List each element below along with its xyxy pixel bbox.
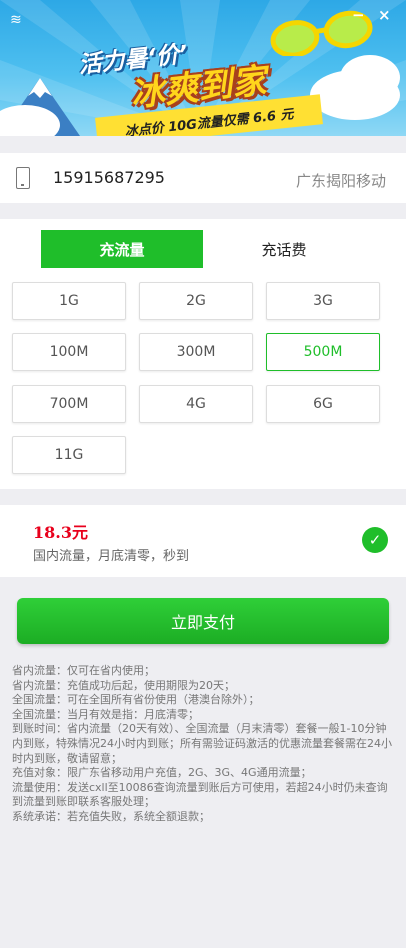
phone-number-input[interactable]: 15915687295 — [53, 168, 165, 187]
close-icon[interactable]: × — [378, 6, 391, 24]
package-option[interactable]: 1G — [12, 282, 126, 320]
tab-credit-recharge[interactable]: 充话费 — [203, 230, 365, 268]
package-option[interactable]: 11G — [12, 436, 126, 474]
note-line: 省内流量：充值成功后起，使用期限为20天； — [12, 678, 235, 692]
package-option[interactable]: 700M — [12, 385, 126, 423]
package-option-selected[interactable]: 500M — [266, 333, 380, 371]
note-line: 全国流量：当月有效是指：月底清零； — [12, 707, 199, 721]
package-option[interactable]: 300M — [139, 333, 253, 371]
package-option[interactable]: 100M — [12, 333, 126, 371]
cloud-decoration — [340, 55, 400, 100]
note-line: 流量使用：发送cxll至10086查询流量到账后方可使用，若超24小时仍未查询到… — [12, 780, 388, 809]
carrier-label: 广东揭阳移动 — [295, 172, 386, 190]
minimize-icon[interactable]: − — [352, 6, 365, 24]
package-option[interactable]: 4G — [139, 385, 253, 423]
phone-icon — [16, 167, 30, 189]
check-icon: ✓ — [362, 527, 388, 553]
package-option[interactable]: 6G — [266, 385, 380, 423]
note-line: 省内流量：仅可在省内使用； — [12, 664, 155, 677]
note-line: 系统承诺：若充值失败，系统全额退款； — [12, 809, 210, 823]
note-line: 充值对象：限广东省移动用户充值，2G、3G、4G通用流量； — [12, 766, 312, 780]
recharge-panel: 充流量 充话费 1G 2G 3G 100M 300M 500M 700M 4G … — [0, 219, 406, 489]
phone-number-row: 15915687295 广东揭阳移动 — [0, 153, 406, 203]
price-amount: 18.3元 — [33, 523, 88, 542]
note-line: 到账时间：省内流量（20天有效）、全国流量（月末清零）套餐一般1-10分钟内到账… — [12, 722, 392, 765]
package-option[interactable]: 3G — [266, 282, 380, 320]
price-description: 国内流量，月底清零，秒到 — [33, 549, 190, 564]
note-line: 全国流量：可在全国所有省份使用（港澳台除外）； — [12, 693, 260, 707]
promo-banner[interactable]: ≋ − × 活力暑‘价’ 冰爽到家 冰点价 10G流量仅需 6.6 元 — [0, 0, 406, 136]
pay-now-button[interactable]: 立即支付 — [17, 598, 389, 644]
package-option[interactable]: 2G — [139, 282, 253, 320]
wifi-icon: ≋ — [10, 12, 22, 28]
price-summary: 18.3元 国内流量，月底清零，秒到 — [0, 505, 406, 577]
terms-notes: 省内流量：仅可在省内使用； 省内流量：充值成功后起，使用期限为20天； 全国流量… — [12, 664, 394, 825]
tab-data-recharge[interactable]: 充流量 — [41, 230, 203, 268]
